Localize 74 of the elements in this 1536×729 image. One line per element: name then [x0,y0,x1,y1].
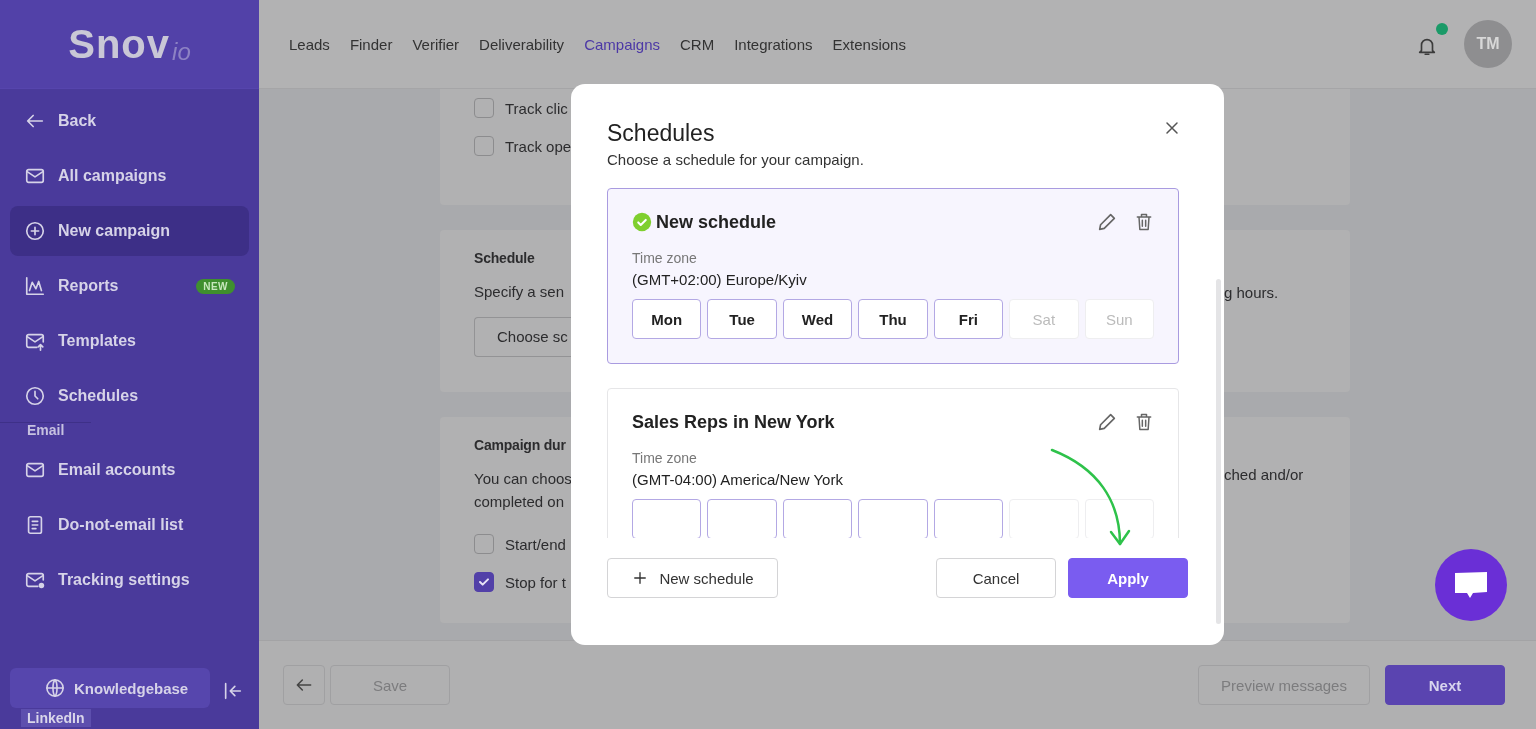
checkbox[interactable] [474,98,494,118]
checkbox[interactable] [474,534,494,554]
trash-icon[interactable] [1134,212,1154,232]
sidebar-item[interactable]: Schedules [10,371,249,421]
dialog-subtitle: Choose a schedule for your campaign. [607,151,864,168]
trash-icon[interactable] [1134,412,1154,432]
logo-suffix: io [172,38,191,66]
day-chip: Wed [782,299,853,339]
overlay-label: LinkedIn [21,709,91,727]
globe-icon [46,679,64,697]
checkbox-label: Stop for t [505,573,566,591]
sidebar-item[interactable]: All campaigns [10,151,249,201]
plus-circle-icon [24,220,46,242]
chat-bubble-icon [1453,570,1489,600]
pencil-icon[interactable] [1096,211,1118,233]
schedule-card[interactable]: Sales Reps in New York Time zone (GMT-04:00) America/New York [607,388,1179,538]
section-title: Schedule [474,250,536,266]
checkbox-label: Track ope [505,137,572,155]
day-chip: Tue [707,299,777,339]
apply-button[interactable]: Apply [1068,558,1188,598]
nav-tab[interactable]: CRM [680,35,715,53]
cancel-button[interactable]: Cancel [936,558,1056,598]
day-chip: Sat [1009,299,1079,339]
section-text: g hours. [1224,283,1280,303]
collapse-icon[interactable] [222,680,244,702]
schedule-card[interactable]: New schedule Time zone (GMT+02:00) Europe/Kyiv Mon Tue Wed Thu Fri Sat Sun [607,188,1179,364]
sidebar-item[interactable]: Templates [10,316,249,366]
check-circle-icon [632,212,652,232]
bell-button[interactable] [1416,23,1448,57]
nav-tab[interactable]: Finder [349,35,393,53]
day-chip: Thu [858,299,928,339]
nav-tab[interactable]: Campaigns [584,35,660,53]
sidebar-item[interactable]: Email accounts [10,445,249,495]
knowledgebase-button[interactable]: Knowledgebase [10,668,210,708]
day-chip: Mon [632,299,702,339]
sidebar-item[interactable]: New campaign [10,206,249,256]
section-label: Email [0,422,92,437]
schedule-name: Sales Reps in New York [632,411,835,433]
day-chip: Sun [1084,299,1154,339]
scrollbar[interactable] [1216,279,1221,624]
choose-schedule-button[interactable]: Choose sc [474,317,571,357]
checkbox[interactable] [474,572,494,592]
chart-icon [24,275,46,297]
sidebar-item[interactable]: Do-not-email list [10,500,249,550]
section-title: Campaign dur [474,437,567,453]
nav-tab[interactable]: Deliverability [479,35,565,53]
pencil-icon[interactable] [1096,411,1118,433]
nav-tab[interactable]: Extensions [832,35,906,53]
clock-icon [24,385,46,407]
timezone-value: (GMT-04:00) America/New York [632,471,844,488]
nav-tab[interactable]: Verifier [412,35,460,53]
checkbox[interactable] [474,136,494,156]
back-button[interactable] [283,665,325,705]
checkbox-label: Track clic [505,99,568,117]
field-label: Time zone [632,450,698,466]
new-badge: NEW [196,278,235,294]
timezone-value: (GMT+02:00) Europe/Kyiv [632,271,808,288]
dialog-title: Schedules [607,120,716,147]
schedule-name: New schedule [656,211,777,233]
section-text: Specify a sen [474,282,566,302]
nav-tab[interactable]: Leads [289,35,330,53]
sidebar-item[interactable]: Reports NEW [10,261,249,311]
next-button[interactable]: Next [1385,665,1505,705]
section-text: You can choos [474,469,571,489]
new-schedule-button[interactable]: New schedule [607,558,778,598]
field-label: Time zone [632,250,698,266]
logo[interactable]: Snov [68,21,171,67]
sidebar-item[interactable]: Back [10,96,249,146]
checkbox-label: Start/end [505,535,566,553]
section-text: ched and/or [1224,465,1305,485]
nav-tab[interactable]: Integrations [734,35,813,53]
section-text: completed on [474,492,566,512]
day-chip: Fri [933,299,1004,339]
sidebar-item[interactable]: Tracking settings [10,555,249,605]
